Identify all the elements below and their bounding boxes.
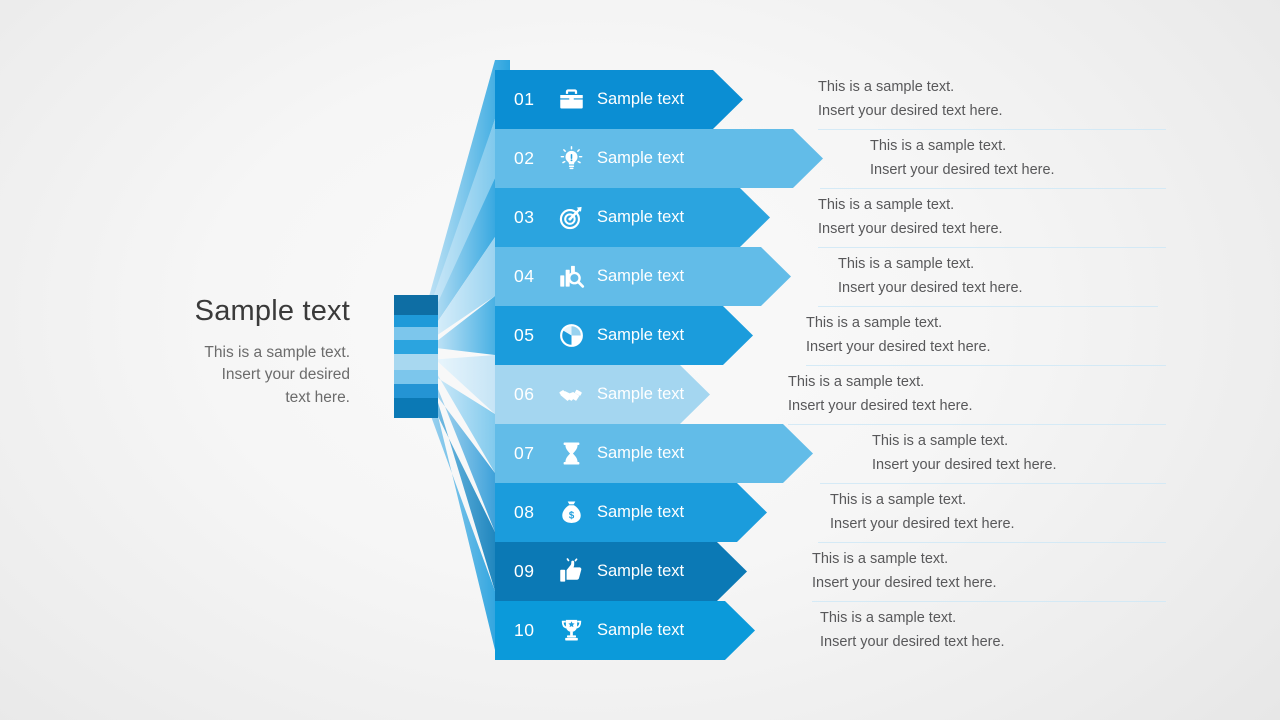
step-description-line-1: This is a sample text. — [820, 610, 957, 627]
step-row[interactable]: 07 Sample text This is a sample text. In… — [0, 424, 1280, 483]
step-number: 05 — [514, 325, 535, 345]
step-label: Sample text — [597, 503, 685, 521]
step-description: This is a sample text. Insert your desir… — [820, 601, 1005, 660]
step-number: 09 — [514, 561, 535, 581]
step-description: This is a sample text. Insert your desir… — [838, 247, 1023, 306]
step-description-line-2: Insert your desired text here. — [788, 397, 973, 414]
step-description-line-1: This is a sample text. — [812, 551, 949, 568]
step-label: Sample text — [597, 562, 685, 580]
step-description: This is a sample text. Insert your desir… — [870, 129, 1055, 188]
step-number: 10 — [514, 620, 535, 640]
step-number: 07 — [514, 443, 535, 463]
trophy-icon — [554, 601, 588, 660]
step-row[interactable]: 08 $ Sample text This is a sample text. … — [0, 483, 1280, 542]
briefcase-icon — [554, 70, 588, 129]
step-description: This is a sample text. Insert your desir… — [806, 306, 991, 365]
step-description-line-2: Insert your desired text here. — [818, 220, 1003, 237]
step-description-line-1: This is a sample text. — [830, 492, 967, 509]
step-number: 01 — [514, 89, 535, 109]
step-description: This is a sample text. Insert your desir… — [818, 70, 1003, 129]
step-description: This is a sample text. Insert your desir… — [788, 365, 973, 424]
pie-chart-icon — [554, 306, 588, 365]
step-description-line-1: This is a sample text. — [838, 256, 975, 273]
step-description-line-2: Insert your desired text here. — [870, 161, 1055, 178]
handshake-icon — [554, 365, 588, 424]
svg-text:$: $ — [568, 510, 574, 521]
step-number: 02 — [514, 148, 535, 168]
step-label: Sample text — [597, 267, 685, 285]
step-label: Sample text — [597, 208, 685, 226]
step-description-line-1: This is a sample text. — [788, 374, 925, 391]
step-row[interactable]: 03 Sample text This is a sample text. In… — [0, 188, 1280, 247]
thumbs-up-icon — [554, 542, 588, 601]
lightbulb-idea-icon — [554, 129, 588, 188]
step-number: 08 — [514, 502, 535, 522]
step-row[interactable]: 10 Sample text This is a sample text. In… — [0, 601, 1280, 660]
step-label: Sample text — [597, 326, 685, 344]
step-description-line-2: Insert your desired text here. — [872, 456, 1057, 473]
step-description-line-1: This is a sample text. — [806, 315, 943, 332]
step-number: 03 — [514, 207, 535, 227]
step-label: Sample text — [597, 149, 685, 167]
step-description-line-1: This is a sample text. — [872, 433, 1009, 450]
step-number: 06 — [514, 384, 535, 404]
target-dart-icon — [554, 188, 588, 247]
step-row[interactable]: 09 Sample text This is a sample text. In… — [0, 542, 1280, 601]
step-label: Sample text — [597, 90, 685, 108]
step-description-line-2: Insert your desired text here. — [830, 515, 1015, 532]
step-description: This is a sample text. Insert your desir… — [872, 424, 1057, 483]
slide-canvas: Sample text This is a sample text. Inser… — [0, 0, 1280, 720]
step-row[interactable]: 06 Sample text This is a sample text. In… — [0, 365, 1280, 424]
step-description-line-2: Insert your desired text here. — [812, 574, 997, 591]
step-description-line-2: Insert your desired text here. — [818, 102, 1003, 119]
chart-search-icon — [554, 247, 588, 306]
step-description-line-1: This is a sample text. — [818, 79, 955, 96]
money-bag-icon: $ — [554, 483, 588, 542]
step-description-line-2: Insert your desired text here. — [820, 633, 1005, 650]
step-description: This is a sample text. Insert your desir… — [830, 483, 1015, 542]
step-number: 04 — [514, 266, 535, 286]
step-row[interactable]: 04 Sample text This is a sample text. In… — [0, 247, 1280, 306]
step-label: Sample text — [597, 385, 685, 403]
step-description-line-1: This is a sample text. — [870, 138, 1007, 155]
step-description-line-2: Insert your desired text here. — [806, 338, 991, 355]
step-label: Sample text — [597, 621, 685, 639]
step-description: This is a sample text. Insert your desir… — [818, 188, 1003, 247]
step-description: This is a sample text. Insert your desir… — [812, 542, 997, 601]
step-row[interactable]: 05 Sample text This is a sample text. In… — [0, 306, 1280, 365]
step-row[interactable]: 02 Sample text This is a sample text. In… — [0, 129, 1280, 188]
step-description-line-2: Insert your desired text here. — [838, 279, 1023, 296]
step-row[interactable]: 01 Sample text This is a sample text. In… — [0, 70, 1280, 129]
step-description-line-1: This is a sample text. — [818, 197, 955, 214]
hourglass-icon — [554, 424, 588, 483]
step-label: Sample text — [597, 444, 685, 462]
